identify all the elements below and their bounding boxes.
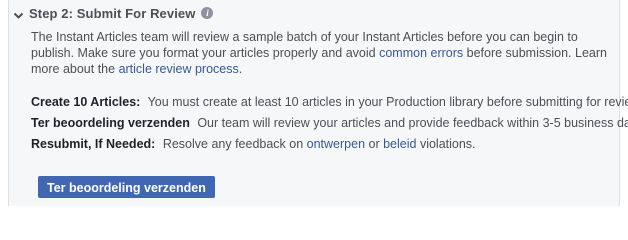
step-text: Our team will review your articles and p… [197,116,628,130]
ontwerpen-link[interactable]: ontwerpen [307,137,365,151]
step-row-create-articles: Create 10 Articles: You must create at l… [31,94,628,110]
intro-text-3: . [238,62,243,76]
info-icon[interactable]: i [201,7,214,19]
step-label: Ter beoordeling verzenden [31,116,190,130]
step-text-1: Resolve any feedback on [162,137,307,151]
intro-paragraph: The Instant Articles team will review a … [31,29,619,77]
submit-for-review-button[interactable]: Ter beoordeling verzenden [38,176,215,198]
article-review-process-link[interactable]: article review process [119,62,239,76]
section-header[interactable]: Step 2: Submit For Review i [13,4,214,22]
submit-for-review-panel: Step 2: Submit For Review i The Instant … [8,0,628,206]
step-row-resubmit: Resubmit, If Needed: Resolve any feedbac… [31,136,476,152]
step-row-submit: Ter beoordeling verzenden Our team will … [31,115,628,131]
step-label: Create 10 Articles: [31,95,141,109]
step-text: You must create at least 10 articles in … [147,95,628,109]
step-label: Resubmit, If Needed: [31,137,156,151]
section-title: Step 2: Submit For Review [29,5,196,21]
beleid-link[interactable]: beleid [383,137,416,151]
chevron-down-icon[interactable] [13,8,24,19]
step-text-2: or [365,137,384,151]
common-errors-link[interactable]: common errors [379,46,463,60]
step-text-3: violations. [416,137,476,151]
